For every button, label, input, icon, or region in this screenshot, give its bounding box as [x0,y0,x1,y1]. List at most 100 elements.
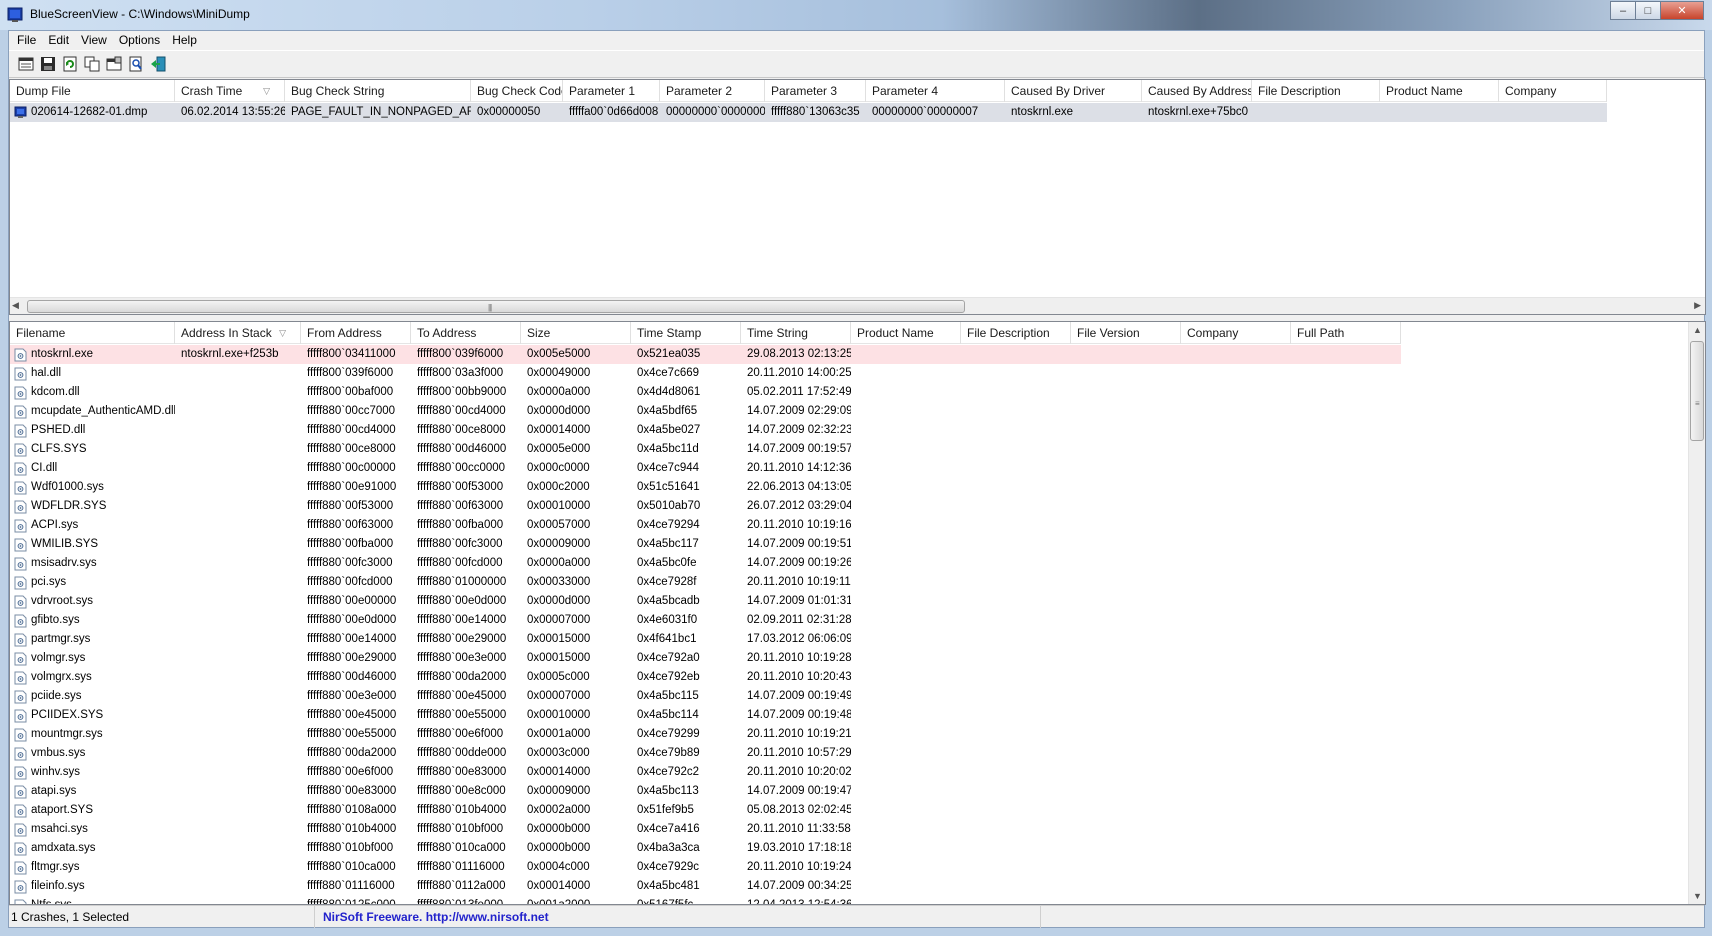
column-header-size[interactable]: Size [521,322,631,344]
scroll-down-icon[interactable]: ▼ [1693,891,1702,901]
column-header-filename[interactable]: Filename [10,322,175,344]
column-header-file-description[interactable]: File Description [961,322,1071,344]
menu-options[interactable]: Options [113,31,166,49]
table-row[interactable]: winhv.sys fffff880`00e6f000 fffff880`00e83… [10,763,1401,782]
column-header-crash-time[interactable]: Crash Time ▽ [175,80,285,102]
menu-edit[interactable]: Edit [42,31,75,49]
table-row[interactable]: CI.dll fffff880`00c00000 fffff880`00cc0000… [10,459,1401,478]
table-row[interactable]: atapi.sys fffff880`00e83000 fffff880`00e8c… [10,782,1401,801]
scroll-thumb[interactable]: ≡ [1690,341,1704,441]
table-row[interactable]: volmgrx.sys fffff880`00d46000 fffff880`00d… [10,668,1401,687]
table-row[interactable]: Wdf01000.sys fffff880`00e91000 fffff880`00… [10,478,1401,497]
table-row[interactable]: ntoskrnl.exe ntoskrnl.exe+f253b fffff800`0… [10,345,1401,364]
table-row[interactable]: fltmgr.sys fffff880`010ca000 fffff880`0111… [10,858,1401,877]
scroll-up-icon[interactable]: ▲ [1693,325,1702,335]
driver-list-vscrollbar[interactable]: ▲ ≡ ▼ [1688,322,1705,904]
table-row[interactable]: Ntfs.sys fffff880`0125c000 fffff880`013fe0… [10,896,1401,904]
table-row[interactable]: kdcom.dll fffff800`00baf000 fffff800`00bb9… [10,383,1401,402]
cell-size: 0x00014000 [527,766,591,778]
table-row[interactable]: CLFS.SYS fffff880`00ce8000 fffff880`00d460… [10,440,1401,459]
nirsoft-link[interactable]: NirSoft Freeware. http://www.nirsoft.net [315,905,1041,928]
scroll-left-icon[interactable]: ◀ [12,300,19,311]
table-row[interactable]: partmgr.sys fffff880`00e14000 fffff880`00e… [10,630,1401,649]
table-row[interactable]: PSHED.dll fffff880`00cd4000 fffff880`00ce8… [10,421,1401,440]
table-row[interactable]: ACPI.sys fffff880`00f63000 fffff880`00fba0… [10,516,1401,535]
table-row[interactable]: vmbus.sys fffff880`00da2000 fffff880`00dde… [10,744,1401,763]
column-header-parameter-4[interactable]: Parameter 4 [866,80,1005,102]
minimize-button[interactable]: – [1610,1,1636,20]
column-header-parameter-1[interactable]: Parameter 1 [563,80,660,102]
cell-product-name [851,877,961,896]
column-header-file-version[interactable]: File Version [1071,322,1181,344]
table-row[interactable]: 020614-12682-01.dmp 06.02.2014 13:55:26 PA… [10,103,1607,122]
crash-list-hscrollbar[interactable]: ◀ ||| ▶ [10,297,1705,314]
cell-to-address: fffff880`00f63000 [417,500,504,512]
cell-text: WMILIB.SYS [31,538,99,550]
table-row[interactable]: fileinfo.sys fffff880`01116000 fffff880`01… [10,877,1401,896]
column-header-company[interactable]: Company [1181,322,1291,344]
column-header-parameter-2[interactable]: Parameter 2 [660,80,765,102]
column-header-to-address[interactable]: To Address [411,322,521,344]
table-row[interactable]: mcupdate_AuthenticAMD.dll fffff880`00cc70… [10,402,1401,421]
column-header-full-path[interactable]: Full Path [1291,322,1401,344]
save-icon [41,57,55,71]
table-row[interactable]: hal.dll fffff800`039f6000 fffff800`03a3f00… [10,364,1401,383]
scroll-thumb[interactable]: ||| [27,300,965,313]
table-row[interactable]: gfibto.sys fffff880`00e0d000 fffff880`00e1… [10,611,1401,630]
column-header-product-name[interactable]: Product Name [1380,80,1499,102]
column-header-product-name[interactable]: Product Name [851,322,961,344]
cell-text: PSHED.dll [31,424,86,436]
maximize-button[interactable]: □ [1635,1,1661,20]
cell-address-in-stack [175,364,301,383]
table-row[interactable]: WDFLDR.SYS fffff880`00f53000 fffff880`00f6… [10,497,1401,516]
column-header-company[interactable]: Company [1499,80,1607,102]
crash-list[interactable]: Dump File Crash Time ▽ Bug Check String Bug … [9,79,1706,315]
column-header-parameter-3[interactable]: Parameter 3 [765,80,866,102]
table-row[interactable]: pciide.sys fffff880`00e3e000 fffff880`00e4… [10,687,1401,706]
table-row[interactable]: vdrvroot.sys fffff880`00e00000 fffff880`00… [10,592,1401,611]
exit-button[interactable] [147,53,169,75]
cell-product-name [851,611,961,630]
column-header-bug-check-string[interactable]: Bug Check String [285,80,471,102]
column-header-dump-file[interactable]: Dump File [10,80,175,102]
menu-file[interactable]: File [11,31,42,49]
driver-file-icon [14,747,27,760]
table-row[interactable]: ataport.SYS fffff880`0108a000 fffff880`010… [10,801,1401,820]
cell-filename: volmgrx.sys [10,668,175,687]
column-header-time-stamp[interactable]: Time Stamp [631,322,741,344]
cell-file-version [1071,668,1181,687]
table-row[interactable]: mountmgr.sys fffff880`00e55000 fffff880`00… [10,725,1401,744]
menu-view[interactable]: View [75,31,113,49]
table-row[interactable]: msahci.sys fffff880`010b4000 fffff880`010b… [10,820,1401,839]
save-button[interactable] [37,53,59,75]
table-row[interactable]: pci.sys fffff880`00fcd000 fffff880`0100000… [10,573,1401,592]
cell-full-path [1291,459,1401,478]
cell-company [1181,782,1291,801]
column-header-bug-check-code[interactable]: Bug Check Code [471,80,563,102]
table-row[interactable]: volmgr.sys fffff880`00e29000 fffff880`00e3… [10,649,1401,668]
column-header-file-description[interactable]: File Description [1252,80,1380,102]
find-button[interactable] [125,53,147,75]
driver-list[interactable]: Filename Address In Stack ▽ From Address To … [9,321,1706,905]
cell-time-string: 29.08.2013 02:13:25 [747,348,851,360]
properties-button[interactable] [103,53,125,75]
column-header-from-address[interactable]: From Address [301,322,411,344]
column-header-caused-by-driver[interactable]: Caused By Driver [1005,80,1142,102]
table-row[interactable]: PCIIDEX.SYS fffff880`00e45000 fffff880`00e… [10,706,1401,725]
cell-size: 0x00057000 [527,519,591,531]
cell-file-version [1071,839,1181,858]
html-report-button[interactable] [15,53,37,75]
table-row[interactable]: WMILIB.SYS fffff880`00fba000 fffff880`00fc… [10,535,1401,554]
column-header-address-in-stack[interactable]: Address In Stack ▽ [175,322,301,344]
cell-product-name [851,573,961,592]
column-header-caused-by-address[interactable]: Caused By Address [1142,80,1252,102]
scroll-right-icon[interactable]: ▶ [1694,300,1701,311]
column-header-time-string[interactable]: Time String [741,322,851,344]
table-row[interactable]: amdxata.sys fffff880`010bf000 fffff880`010… [10,839,1401,858]
cell-size: 0x0000a000 [527,386,591,398]
copy-button[interactable] [81,53,103,75]
menu-help[interactable]: Help [166,31,203,49]
close-button[interactable]: ✕ [1660,1,1704,20]
refresh-button[interactable] [59,53,81,75]
table-row[interactable]: msisadrv.sys fffff880`00fc3000 fffff880`00… [10,554,1401,573]
